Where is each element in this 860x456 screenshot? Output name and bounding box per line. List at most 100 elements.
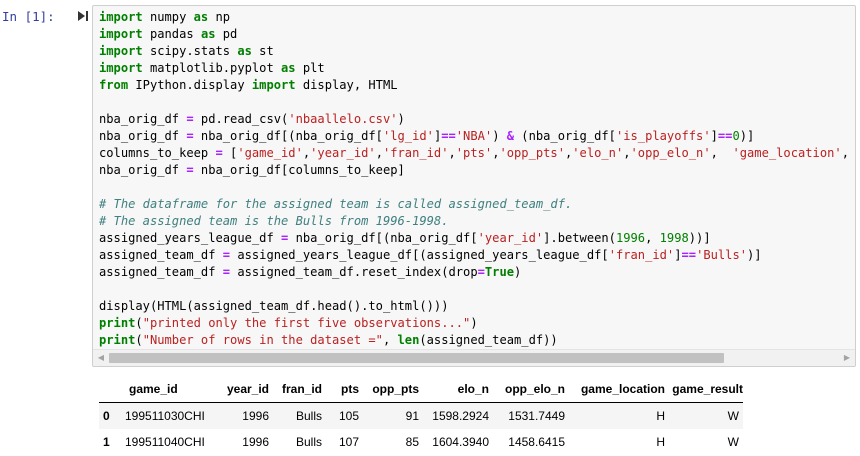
code-token: True	[484, 265, 515, 279]
header-elo-n: elo_n	[419, 376, 489, 403]
code-token: (assigned_team_df))	[419, 333, 558, 347]
code-token: pd.read_csv(	[193, 112, 289, 126]
code-token: [	[222, 146, 238, 160]
code-line: display(HTML(assigned_team_df.head().to_…	[99, 298, 855, 315]
code-token: len	[397, 333, 420, 347]
code-token: ==	[441, 129, 456, 143]
code-token: (	[135, 333, 143, 347]
code-token: =	[215, 146, 223, 160]
code-token: )	[397, 112, 405, 126]
cell-prompt: In [1]:	[2, 9, 55, 24]
code-token: 'opp_elo_n'	[630, 146, 711, 160]
cell-pts: 107	[338, 435, 359, 449]
code-line: import numpy as np	[99, 9, 855, 26]
scrollbar-thumb[interactable]	[109, 353, 724, 363]
code-token: assigned_years_league_df[(assigned_years…	[230, 248, 609, 262]
code-token: =	[186, 112, 194, 126]
code-line: nba_orig_df = nba_orig_df[(nba_orig_df['…	[99, 128, 855, 145]
table-row: 1 199511040CHI 1996 Bulls 107 85 1604.39…	[99, 429, 743, 455]
output-dataframe-table: game_id year_id fran_id pts opp_pts elo_…	[99, 376, 743, 455]
header-opp-pts: opp_pts	[359, 376, 419, 403]
code-token: 0	[732, 129, 740, 143]
code-token: from	[99, 78, 129, 92]
code-token: ,	[448, 146, 456, 160]
code-token: print	[99, 316, 136, 330]
code-token: 'lg_id'	[382, 129, 434, 143]
code-token: assigned_years_league_df	[99, 231, 282, 245]
code-line: print("printed only the first five obser…	[99, 315, 855, 332]
code-cell[interactable]: import numpy as np import pandas as pd imp…	[92, 5, 856, 367]
header-pts: pts	[322, 376, 359, 403]
code-token: 'game_id'	[237, 146, 303, 160]
code-token: pandas	[142, 27, 201, 41]
code-token: ]	[674, 248, 682, 262]
cell-game-id: 199511030CHI	[125, 402, 213, 429]
code-token: 'nbaallelo.csv'	[288, 112, 398, 126]
code-token: =	[222, 265, 231, 279]
cell-game-result: W	[727, 435, 739, 449]
run-cell-icon[interactable]	[77, 10, 89, 22]
cell-opp-pts: 85	[405, 435, 419, 449]
header-game-id: game_id	[125, 376, 213, 403]
code-token: 'pts'	[455, 146, 493, 160]
code-token: ,	[375, 146, 383, 160]
code-token: 'game_location'	[732, 146, 842, 160]
code-token: assigned_team_df	[99, 265, 223, 279]
scroll-right-arrow-icon[interactable]: ▶	[839, 350, 855, 366]
cell-opp-elo-n: 1531.7449	[489, 402, 565, 429]
horizontal-scrollbar[interactable]: ◀ ▶	[93, 349, 855, 366]
code-token: )]	[739, 129, 755, 143]
code-token: ))]	[688, 231, 711, 245]
code-token: numpy	[142, 10, 194, 24]
code-token: as	[193, 10, 209, 24]
cell-game-result: W	[665, 402, 743, 429]
code-token: as	[200, 27, 216, 41]
code-line: assigned_years_league_df = nba_orig_df[(…	[99, 230, 855, 247]
code-token: columns_to_keep	[99, 146, 216, 160]
code-token: scipy.stats	[142, 44, 238, 58]
code-token: )	[470, 316, 478, 330]
cell-elo-n: 1598.2924	[419, 402, 489, 429]
code-line: from IPython.display import display, HTM…	[99, 77, 855, 94]
code-token: nba_orig_df[(nba_orig_df[	[288, 231, 478, 245]
code-token: import	[99, 44, 143, 58]
cell-elo-n: 1604.3940	[432, 435, 489, 449]
code-token: =	[186, 163, 194, 177]
code-token: 'opp_pts'	[499, 146, 565, 160]
header-game-location: game_location	[565, 376, 665, 403]
code-token: display(HTML(assigned_team_df.head().to_…	[99, 299, 449, 313]
code-token: =	[222, 248, 231, 262]
code-line: # The dataframe for the assigned team is…	[99, 196, 855, 213]
code-token: ,	[623, 146, 631, 160]
code-token: 'Bulls'	[696, 248, 748, 262]
cell-opp-pts: 91	[359, 402, 419, 429]
header-fran-id: fran_id	[269, 376, 322, 403]
code-token: &	[506, 129, 515, 143]
code-token: as	[237, 44, 252, 58]
code-token: )	[514, 265, 522, 279]
code-token: nba_orig_df	[99, 163, 187, 177]
code-token: # The dataframe for the assigned team is…	[99, 197, 573, 211]
code-token: 'fran_id'	[382, 146, 449, 160]
code-line: nba_orig_df = pd.read_csv('nbaallelo.csv…	[99, 111, 855, 128]
cell-fran-id: Bulls	[295, 435, 322, 449]
header-opp-elo-n: opp_elo_n	[489, 376, 565, 403]
code-line: columns_to_keep = ['game_id','year_id','…	[99, 145, 855, 162]
code-token: print	[99, 333, 136, 347]
cell-opp-elo-n: 1458.6415	[508, 435, 565, 449]
code-token: assigned_team_df.reset_index(drop	[230, 265, 478, 279]
code-token: import	[99, 61, 143, 75]
code-token: display, HTML	[295, 78, 398, 92]
code-editor[interactable]: import numpy as np import pandas as pd imp…	[99, 9, 855, 349]
table-header-row: game_id year_id fran_id pts opp_pts elo_…	[99, 376, 743, 403]
code-token: plt	[295, 61, 325, 75]
cell-fran-id: Bulls	[269, 402, 322, 429]
code-line: nba_orig_df = nba_orig_df[columns_to_kee…	[99, 162, 855, 179]
code-token: nba_orig_df	[99, 112, 187, 126]
code-token: ].between(	[543, 231, 616, 245]
code-line: print("Number of rows in the dataset =",…	[99, 332, 855, 349]
scroll-left-arrow-icon[interactable]: ◀	[93, 350, 109, 366]
code-token: # The assigned team is the Bulls from 19…	[99, 214, 449, 228]
code-token: ,	[645, 231, 660, 245]
